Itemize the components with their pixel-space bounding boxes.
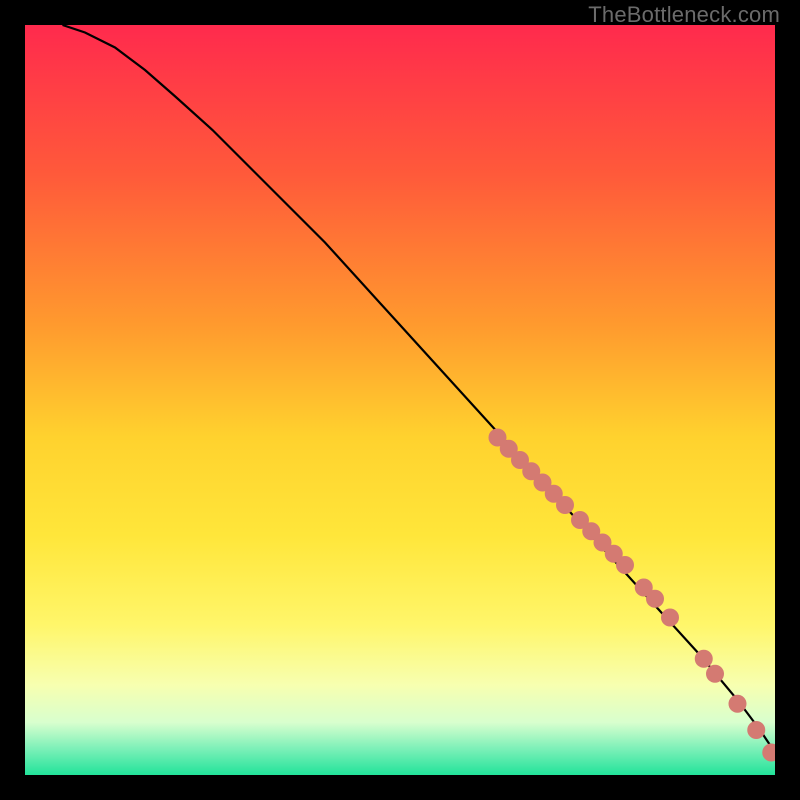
data-marker [556,496,574,514]
chart-stage: TheBottleneck.com [0,0,800,800]
data-marker [695,650,713,668]
data-marker [646,590,664,608]
data-marker [661,609,679,627]
data-marker [616,556,634,574]
data-marker [747,721,765,739]
data-marker [729,695,747,713]
marker-group [489,429,776,764]
plot-area [25,25,775,775]
curve-path [63,25,776,753]
data-marker [706,665,724,683]
chart-overlay [25,25,775,775]
